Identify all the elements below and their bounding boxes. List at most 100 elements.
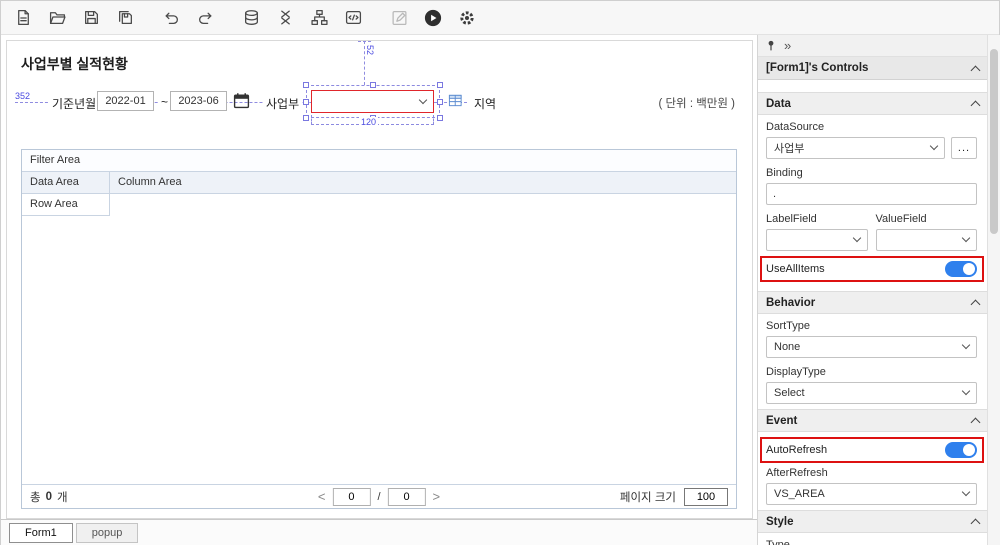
panel-scrollbar[interactable] <box>987 35 1000 545</box>
pivot-grid-control[interactable]: Filter Area Data Area Column Area Row Ar… <box>21 149 737 509</box>
selection-handle[interactable] <box>370 82 376 88</box>
section-event-title: Event <box>766 415 797 427</box>
settings-button[interactable] <box>453 5 481 31</box>
toggle-knob <box>963 263 975 275</box>
period-label-control[interactable]: 기준년월 <box>49 95 99 112</box>
section-event[interactable]: Event <box>758 409 987 432</box>
section-behavior-title: Behavior <box>766 297 815 309</box>
dataset-bind-button[interactable] <box>448 93 463 111</box>
redo-button[interactable] <box>191 5 219 31</box>
report-title-control[interactable]: 사업부별 실적현황 <box>21 54 128 74</box>
next-page-button[interactable]: > <box>433 490 441 503</box>
chevron-up-icon <box>971 101 981 111</box>
run-icon <box>424 9 442 27</box>
selection-handle[interactable] <box>437 99 443 105</box>
binding-input[interactable] <box>766 183 977 205</box>
datasource-more-button[interactable]: ... <box>951 137 977 159</box>
controls-header-label: [Form1]'s Controls <box>766 62 868 74</box>
tab-popup[interactable]: popup <box>76 523 139 543</box>
selection-handle[interactable] <box>303 99 309 105</box>
chevron-down-icon <box>962 387 970 395</box>
selection-handle[interactable] <box>303 82 309 88</box>
panel-titlebar: » <box>758 35 987 57</box>
datasource-select[interactable]: 사업부 <box>766 137 945 159</box>
date-from-input[interactable] <box>97 91 154 111</box>
dept-label-control[interactable]: 사업부 <box>263 95 302 112</box>
date-to-input[interactable] <box>170 91 227 111</box>
sorttype-select[interactable]: None <box>766 336 977 358</box>
section-event-body: AutoRefresh AfterRefresh VS_AREA <box>758 432 987 510</box>
selection-handle[interactable] <box>437 82 443 88</box>
autorefresh-label: AutoRefresh <box>766 444 827 456</box>
design-area: 사업부별 실적현황 52 352 기준년월 ~ 사업부 <box>1 35 758 545</box>
selection-handle[interactable] <box>303 115 309 121</box>
panel-collapse-button[interactable]: » <box>784 38 791 53</box>
form-design-surface[interactable]: 사업부별 실적현황 52 352 기준년월 ~ 사업부 <box>6 40 753 519</box>
open-folder-icon <box>49 9 66 26</box>
page-size-input[interactable] <box>684 488 728 506</box>
code-button[interactable] <box>339 5 367 31</box>
tab-form1[interactable]: Form1 <box>9 523 73 543</box>
total-prefix-label: 총 <box>30 489 41 505</box>
measure-top-offset: 52 <box>365 43 375 57</box>
save-all-button[interactable] <box>111 5 139 31</box>
database-button[interactable] <box>237 5 265 31</box>
section-behavior[interactable]: Behavior <box>758 291 987 314</box>
run-button[interactable] <box>419 5 447 31</box>
dept-combobox[interactable] <box>311 90 434 113</box>
main-toolbar <box>1 1 999 35</box>
section-style[interactable]: Style <box>758 510 987 533</box>
displaytype-select[interactable]: Select <box>766 382 977 404</box>
total-suffix-label: 개 <box>57 489 68 505</box>
field-selects-row <box>766 229 977 251</box>
row-area-dropzone[interactable]: Row Area <box>22 194 110 216</box>
section-data[interactable]: Data <box>758 92 987 115</box>
page-separator: / <box>377 491 380 503</box>
scrollbar-thumb[interactable] <box>990 49 998 234</box>
pagination-controls: < / > <box>318 488 440 506</box>
relation-button[interactable] <box>271 5 299 31</box>
column-area-dropzone[interactable]: Column Area <box>110 172 736 193</box>
data-area-dropzone[interactable]: Data Area <box>22 172 110 193</box>
gear-icon <box>458 9 476 27</box>
autorefresh-toggle[interactable] <box>945 442 977 458</box>
chevron-up-icon <box>971 418 981 428</box>
hierarchy-icon <box>311 9 328 26</box>
valuefield-label: ValueField <box>876 213 978 226</box>
prev-page-button[interactable]: < <box>318 490 326 503</box>
chevron-up-icon <box>971 65 981 75</box>
unit-label-control[interactable]: ( 단위 : 백만원 ) <box>655 95 738 111</box>
current-page-input[interactable] <box>332 488 370 506</box>
properties-panel: » [Form1]'s Controls Data DataSource 사업부… <box>758 35 987 545</box>
app-window: 사업부별 실적현황 52 352 기준년월 ~ 사업부 <box>0 0 1000 545</box>
page-size-label: 페이지 크기 <box>620 489 676 505</box>
edit-icon <box>391 9 408 26</box>
measure-left-offset: 352 <box>13 91 32 101</box>
pin-icon[interactable] <box>765 39 777 52</box>
datasource-row: 사업부 ... <box>766 137 977 159</box>
save-button[interactable] <box>77 5 105 31</box>
controls-header[interactable]: [Form1]'s Controls <box>758 57 987 80</box>
dataset-grid-icon <box>448 93 463 108</box>
section-style-body: Type <box>758 533 987 545</box>
new-document-button[interactable] <box>9 5 37 31</box>
section-style-title: Style <box>766 516 794 528</box>
page-size-group: 페이지 크기 <box>620 488 728 506</box>
calendar-button[interactable] <box>233 92 250 112</box>
undo-button[interactable] <box>157 5 185 31</box>
open-folder-button[interactable] <box>43 5 71 31</box>
new-document-icon <box>15 9 32 26</box>
labelfield-select[interactable] <box>766 229 868 251</box>
filter-area-dropzone[interactable]: Filter Area <box>22 150 736 172</box>
section-data-body: DataSource 사업부 ... Binding LabelField Va… <box>758 115 987 291</box>
hierarchy-button[interactable] <box>305 5 333 31</box>
displaytype-value: Select <box>774 387 805 399</box>
afterrefresh-select[interactable]: VS_AREA <box>766 483 977 505</box>
pivot-grid-body <box>22 216 736 484</box>
useallitems-toggle[interactable] <box>945 261 977 277</box>
edit-button[interactable] <box>385 5 413 31</box>
valuefield-select[interactable] <box>876 229 978 251</box>
selection-handle[interactable] <box>437 115 443 121</box>
total-pages-input[interactable] <box>388 488 426 506</box>
region-label-control[interactable]: 지역 <box>471 95 499 112</box>
